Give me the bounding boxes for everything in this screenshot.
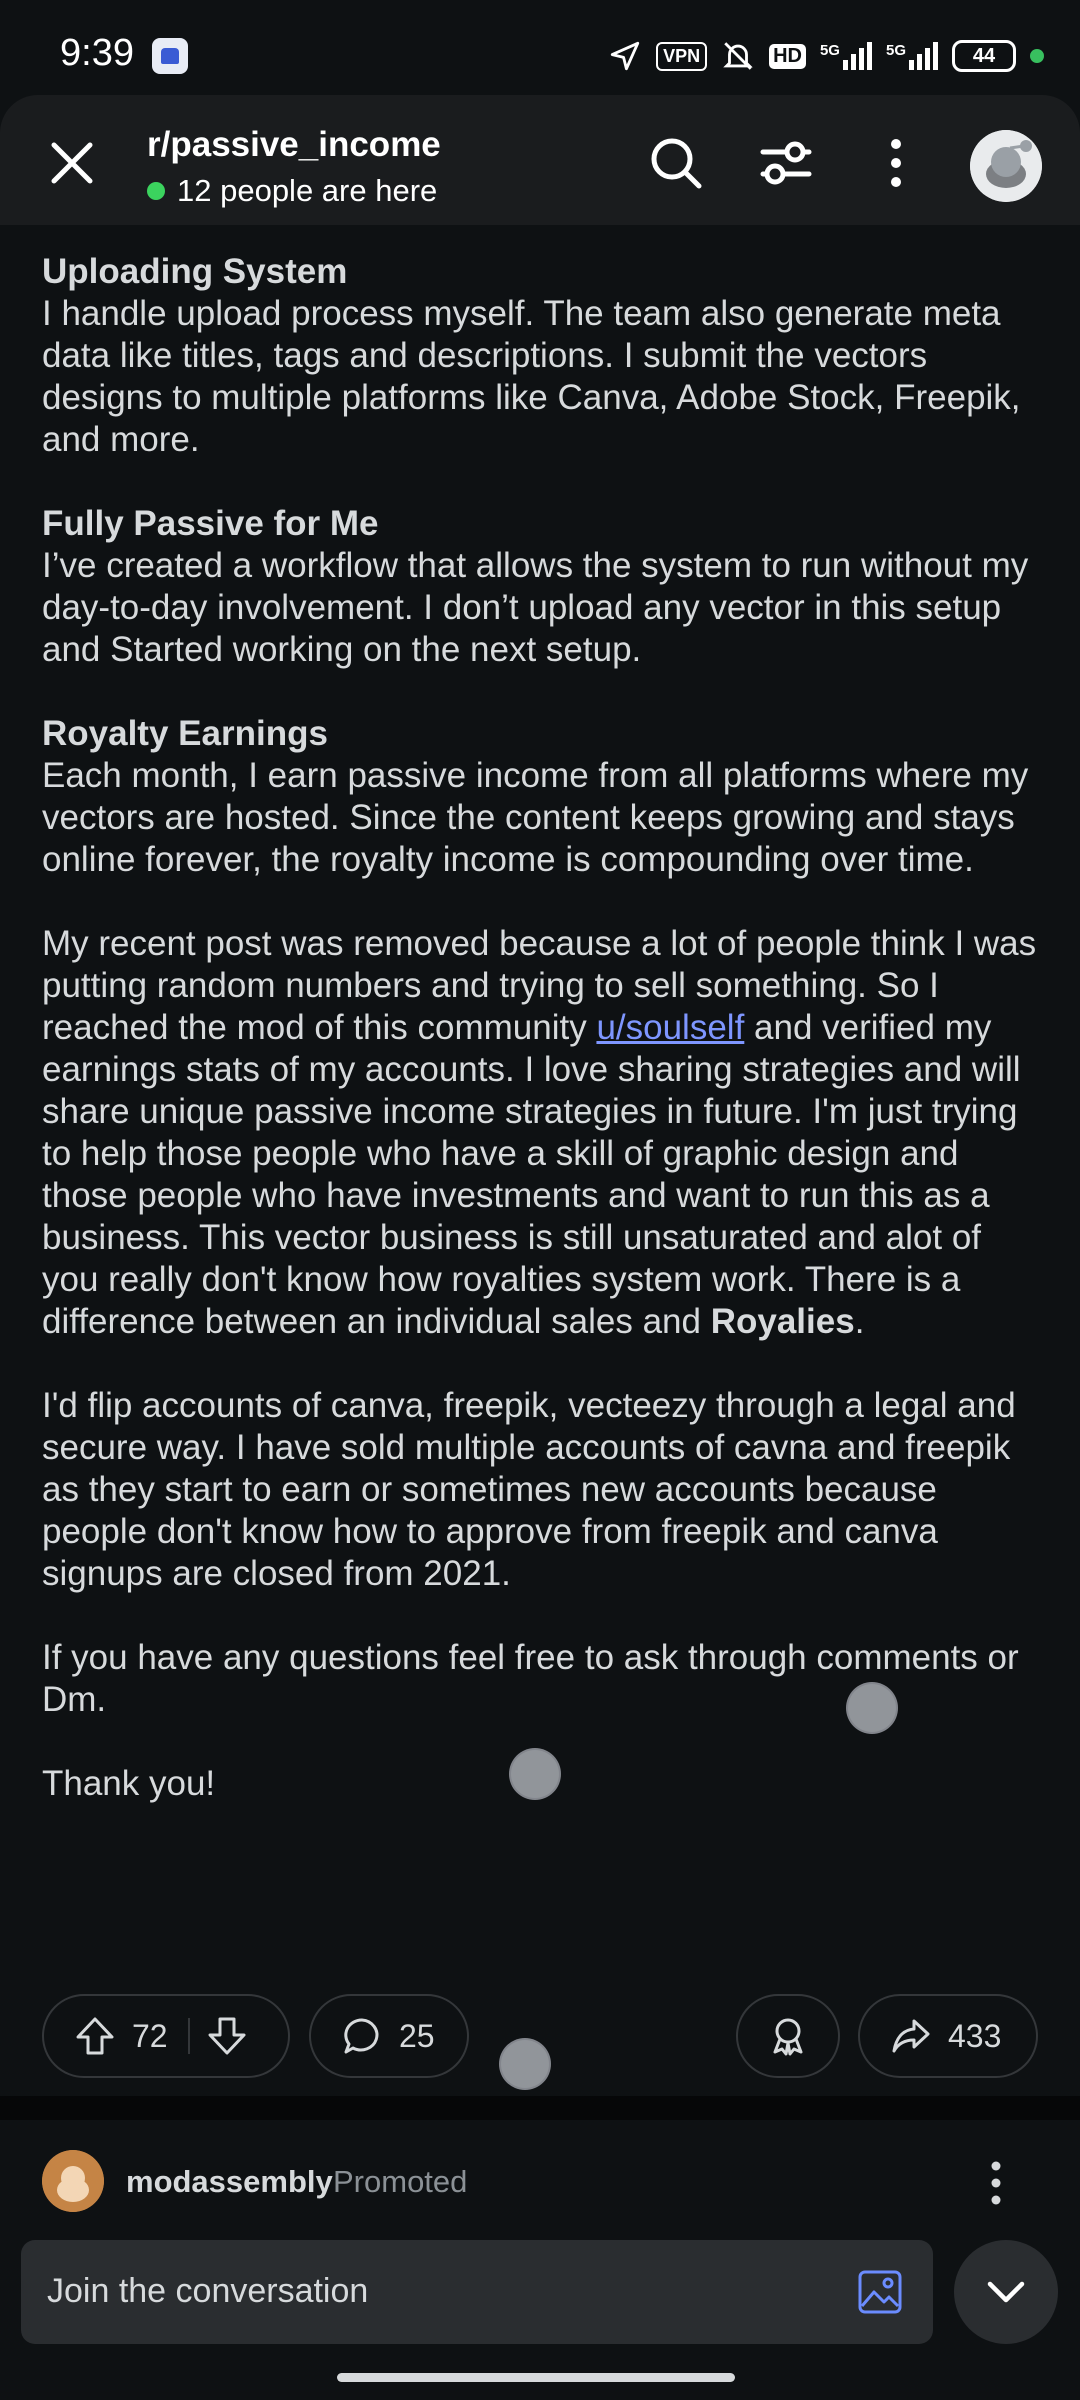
section-heading: Fully Passive for Me: [42, 504, 379, 543]
comment-count: 25: [399, 2017, 435, 2054]
online-count-label: 12 people are here: [177, 173, 438, 208]
vote-divider: [187, 2018, 190, 2054]
snoo-avatar-icon: [970, 130, 1042, 202]
comments-button[interactable]: 25: [309, 1994, 469, 2078]
touch-indicator: [509, 1748, 561, 1800]
signal-icon: 5G: [820, 42, 872, 70]
comment-composer[interactable]: Join the conversation: [21, 2240, 933, 2344]
upvote-count: 72: [132, 2017, 168, 2054]
user-link[interactable]: u/soulself: [596, 1008, 744, 1047]
paragraph-text: and verified my earnings stats of my acc…: [42, 1008, 1021, 1341]
home-indicator[interactable]: [337, 2373, 735, 2382]
search-icon: [651, 138, 702, 189]
section-heading: Uploading System: [42, 252, 348, 291]
status-bar: 9:39 VPN HD 5G 5G 44: [0, 0, 1080, 95]
close-button[interactable]: [44, 135, 100, 191]
status-time: 9:39: [60, 32, 134, 74]
composer-placeholder[interactable]: Join the conversation: [47, 2272, 368, 2311]
filter-button[interactable]: [756, 133, 816, 193]
promoted-post-header[interactable]: modassembly Promoted: [0, 2120, 1080, 2240]
battery-icon: 44: [952, 40, 1016, 72]
location-icon: [610, 41, 640, 71]
share-button[interactable]: 433: [858, 1994, 1038, 2078]
section-royalty: Royalty Earnings Each month, I earn pass…: [42, 713, 1042, 881]
mute-bell-icon: [723, 42, 753, 70]
promoted-more-button[interactable]: [976, 2158, 1016, 2208]
award-button[interactable]: [736, 1994, 840, 2078]
advertiser-avatar[interactable]: [42, 2150, 104, 2212]
section-uploading: Uploading System I handle upload process…: [42, 251, 1042, 461]
online-dot-icon: [147, 182, 165, 200]
snoo-avatar-icon: [42, 2150, 104, 2212]
filter-icon: [760, 141, 812, 185]
online-count: 12 people are here: [147, 173, 437, 209]
award-icon: [773, 2018, 803, 2056]
more-vertical-icon: [891, 139, 901, 187]
status-icons: VPN HD 5G 5G 44: [608, 36, 1044, 76]
downvote-icon[interactable]: [206, 2015, 248, 2057]
search-button[interactable]: [646, 133, 706, 193]
touch-indicator: [846, 1682, 898, 1734]
share-icon: [892, 2019, 930, 2053]
vote-bar: 72: [42, 1994, 290, 2078]
post-body: Uploading System I handle upload process…: [0, 225, 1080, 2095]
share-count: 433: [948, 2017, 1002, 2054]
user-avatar[interactable]: [970, 130, 1042, 202]
signal-icon-2: 5G: [886, 42, 938, 70]
paragraph-flip-accounts: I'd flip accounts of canva, freepik, vec…: [42, 1386, 1016, 1593]
bold-text: Royalies: [710, 1302, 855, 1341]
promoted-label: Promoted: [333, 2164, 468, 2199]
hd-icon: HD: [769, 43, 806, 69]
clipped-line: [42, 225, 1042, 231]
chevron-down-icon: [987, 2281, 1025, 2303]
advertiser-name[interactable]: modassembly: [126, 2164, 333, 2200]
upvote-icon[interactable]: [74, 2015, 116, 2057]
vpn-icon: VPN: [656, 41, 708, 71]
privacy-dot-icon: [1030, 49, 1044, 63]
add-image-button[interactable]: [856, 2268, 904, 2316]
section-passive: Fully Passive for Me I’ve created a work…: [42, 503, 1042, 671]
app-notification-icon: [152, 38, 188, 74]
section-body: I handle upload process myself. The team…: [42, 294, 1021, 459]
post-text: Uploading System I handle upload process…: [42, 225, 1042, 1847]
section-divider: [0, 2096, 1080, 2120]
network-label-2: 5G: [885, 42, 906, 59]
network-label: 5G: [819, 42, 840, 59]
subreddit-name[interactable]: r/passive_income: [147, 125, 441, 165]
community-header: r/passive_income 12 people are here: [0, 95, 1080, 225]
image-icon: [858, 2270, 902, 2314]
section-heading: Royalty Earnings: [42, 714, 328, 753]
close-icon: [51, 142, 93, 184]
more-vertical-icon: [991, 2161, 1001, 2205]
paragraph-removed-post: My recent post was removed because a lot…: [42, 923, 1042, 1343]
section-body: Each month, I earn passive income from a…: [42, 756, 1029, 879]
section-body: I’ve created a workflow that allows the …: [42, 546, 1029, 669]
collapse-button[interactable]: [954, 2240, 1058, 2344]
paragraph-end: .: [854, 1302, 865, 1341]
touch-indicator: [499, 2038, 551, 2090]
comment-icon: [344, 2018, 379, 2054]
more-options-button[interactable]: [866, 133, 926, 193]
